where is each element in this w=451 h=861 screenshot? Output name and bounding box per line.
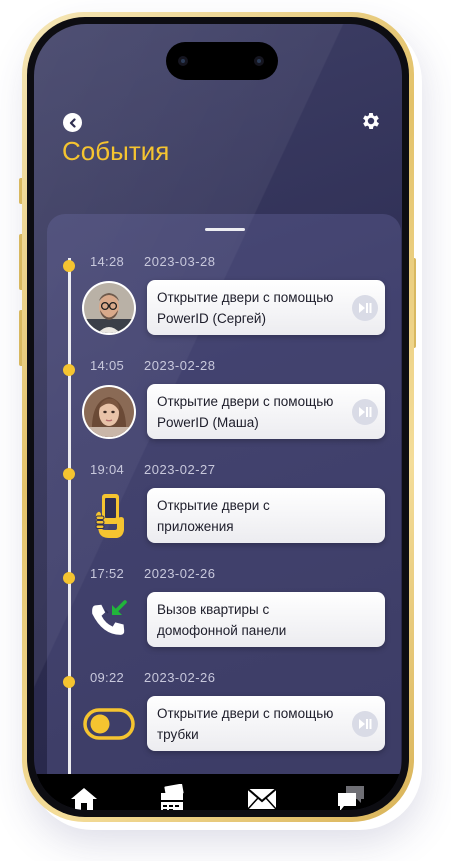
play-pause-icon [359,719,372,729]
event-icon [81,592,137,648]
chat-icon [338,786,364,810]
sensor-icon [178,56,188,66]
event-time: 14:05 [90,358,125,373]
tab-cards[interactable] [158,784,188,810]
event-card[interactable]: Открытие двери с помощью PowerID (Сергей… [147,280,385,335]
event-text: Открытие двери с приложения [157,498,270,534]
play-pause-button[interactable] [352,295,378,321]
timeline-dot [63,260,75,272]
play-pause-icon [359,407,372,417]
event-text: Вызов квартиры с домофонной панели [157,602,287,638]
event-icon [81,488,137,544]
event-date: 2023-02-28 [144,358,216,373]
camera-icon [254,56,264,66]
event-time: 17:52 [90,566,125,581]
event-avatar [81,384,137,440]
app-screen: События 14:28 2023-03-28 Открытие двери … [34,24,402,810]
event-card[interactable]: Открытие двери с приложения [147,488,385,543]
dynamic-island [166,42,278,80]
events-panel[interactable]: 14:28 2023-03-28 Открытие двери с помощь… [47,214,401,778]
tab-chat[interactable] [336,784,366,810]
event-item[interactable]: 14:05 2023-02-28 Открытие двери с помощь… [47,358,401,458]
mail-icon [247,788,277,810]
play-pause-icon [359,303,372,313]
event-text: Открытие двери с помощью трубки [157,706,334,742]
avatar-woman-icon [84,387,134,437]
event-time: 09:22 [90,670,125,685]
timeline-dot [63,364,75,376]
event-date: 2023-02-26 [144,566,216,581]
event-text: Открытие двери с помощью PowerID (Маша) [157,394,334,430]
timeline-dot [63,676,75,688]
tab-mail[interactable] [247,784,277,810]
event-item[interactable]: 17:52 2023-02-26 Вызов квартиры с домофо… [47,566,401,666]
avatar-man-icon [84,283,134,333]
gear-icon [363,113,379,129]
avatar [82,385,136,439]
phone-bezel: События 14:28 2023-03-28 Открытие двери … [27,17,409,817]
phone-frame: События 14:28 2023-03-28 Открытие двери … [22,12,414,822]
event-time: 19:04 [90,462,125,477]
event-card[interactable]: Открытие двери с помощью PowerID (Маша) [147,384,385,439]
page-title: События [62,136,170,166]
timeline-dot [63,572,75,584]
event-item[interactable]: 14:28 2023-03-28 Открытие двери с помощь… [47,254,401,354]
phone-in-hand-icon [95,494,124,538]
incoming-call-icon [92,600,127,635]
settings-button[interactable] [360,110,382,132]
timeline-dot [63,468,75,480]
play-pause-button[interactable] [352,711,378,737]
avatar [82,281,136,335]
toggle-switch-icon [83,708,135,740]
cards-icon [161,784,184,810]
play-pause-button[interactable] [352,399,378,425]
event-date: 2023-03-28 [144,254,216,269]
event-text: Открытие двери с помощью PowerID (Сергей… [157,290,334,326]
event-avatar [81,280,137,336]
home-icon [71,788,97,810]
chevron-left-icon [69,117,76,128]
back-button[interactable] [63,113,82,132]
event-item[interactable]: 09:22 2023-02-26 Открытие двери с помощь… [47,670,401,770]
event-card[interactable]: Вызов квартиры с домофонной панели [147,592,385,647]
event-time: 14:28 [90,254,125,269]
drag-handle[interactable] [205,228,245,231]
event-card[interactable]: Открытие двери с помощью трубки [147,696,385,751]
event-date: 2023-02-26 [144,670,216,685]
bottom-tab-bar [34,774,402,810]
event-item[interactable]: 19:04 2023-02-27 Открытие двери с прилож… [47,462,401,562]
event-date: 2023-02-27 [144,462,216,477]
event-icon [81,696,137,752]
tab-home[interactable] [69,784,99,810]
